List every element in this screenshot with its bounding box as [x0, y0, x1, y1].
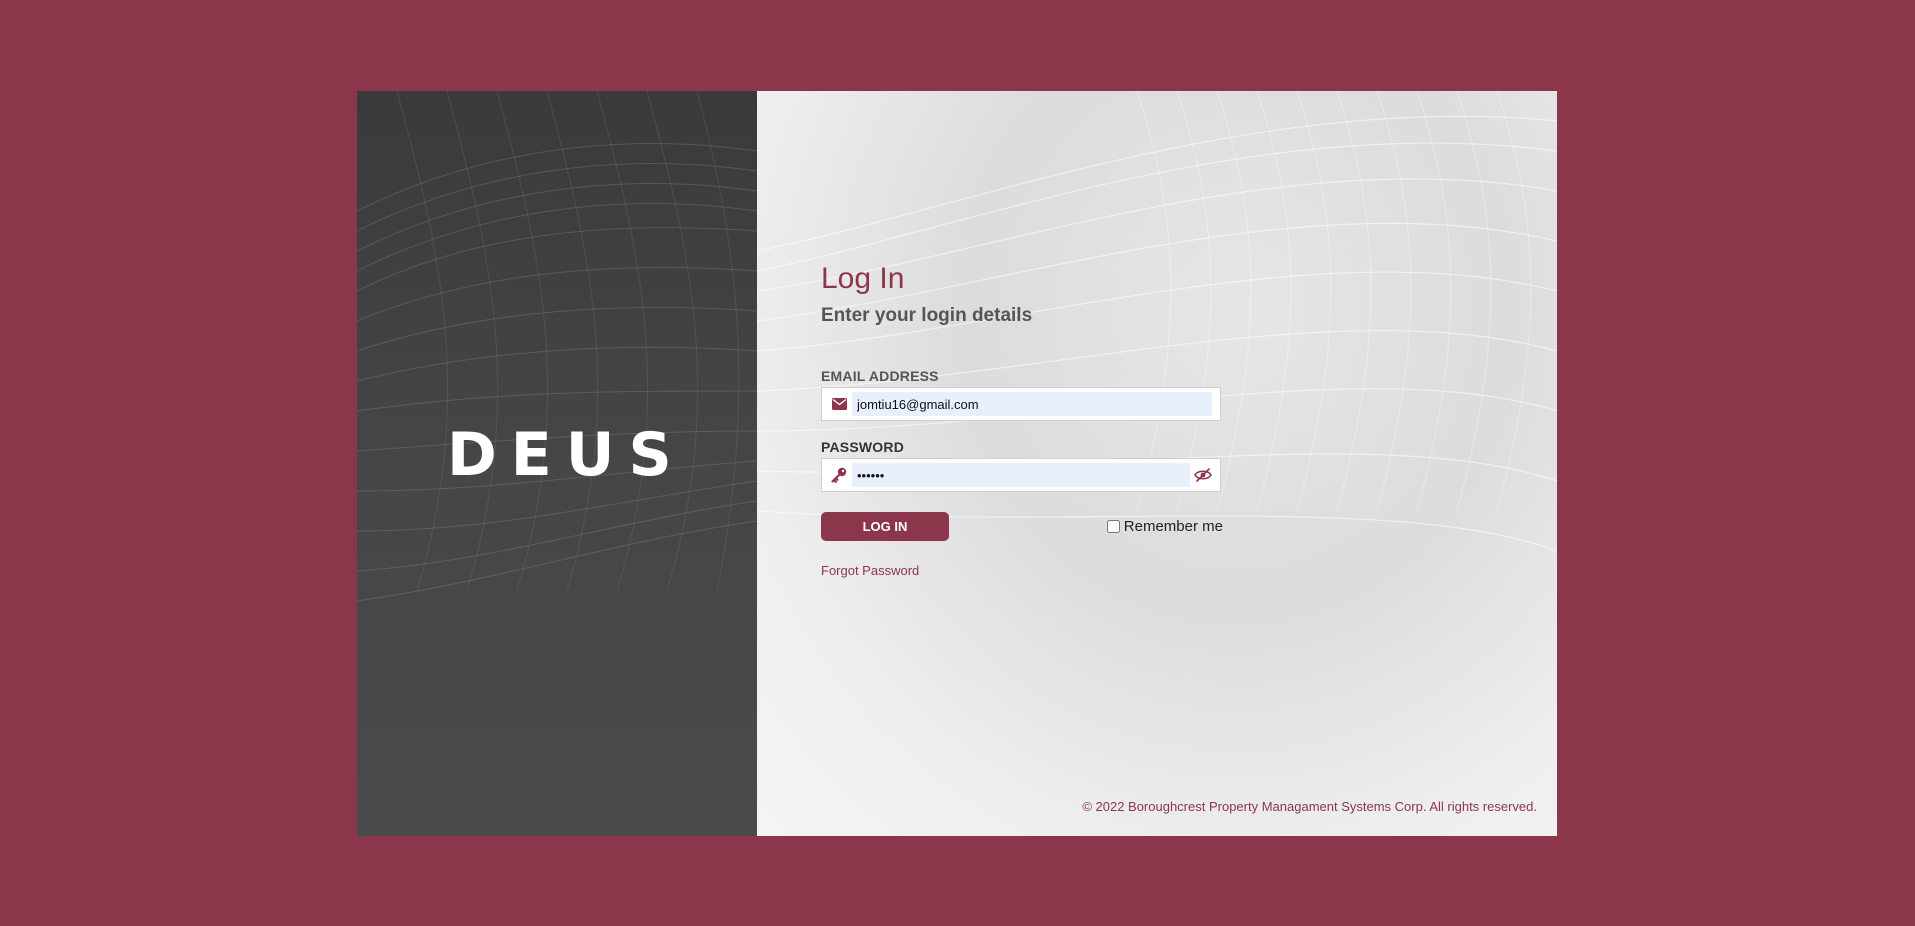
remember-me-label: Remember me — [1123, 518, 1223, 535]
brand-panel: DEUS — [357, 91, 757, 836]
login-card: DEUS Log In Enter your login details EMA… — [357, 91, 1557, 836]
password-field-wrapper — [821, 458, 1221, 492]
page-subtitle: Enter your login details — [821, 305, 1033, 326]
logo-text: DEUS — [447, 420, 686, 490]
password-label: PASSWORD — [821, 439, 905, 455]
login-button[interactable]: LOG IN — [821, 512, 949, 541]
form-actions: LOG IN Remember me — [821, 512, 1223, 541]
email-label: EMAIL ADDRESS — [821, 368, 939, 384]
eye-slash-icon[interactable] — [1194, 466, 1212, 484]
copyright-footer: © 2022 Boroughcrest Property Managament … — [1082, 799, 1537, 814]
forgot-password-link[interactable]: Forgot Password — [821, 563, 919, 578]
key-icon — [830, 466, 848, 484]
login-form: Log In Enter your login details EMAIL AD… — [821, 262, 1223, 580]
form-panel: Log In Enter your login details EMAIL AD… — [757, 91, 1557, 836]
password-input[interactable] — [852, 463, 1190, 487]
remember-me[interactable]: Remember me — [1106, 518, 1223, 535]
email-input[interactable] — [852, 392, 1212, 416]
envelope-icon — [830, 395, 848, 413]
email-field-wrapper — [821, 387, 1221, 421]
page-title: Log In — [821, 262, 905, 295]
remember-me-checkbox[interactable] — [1106, 520, 1120, 533]
